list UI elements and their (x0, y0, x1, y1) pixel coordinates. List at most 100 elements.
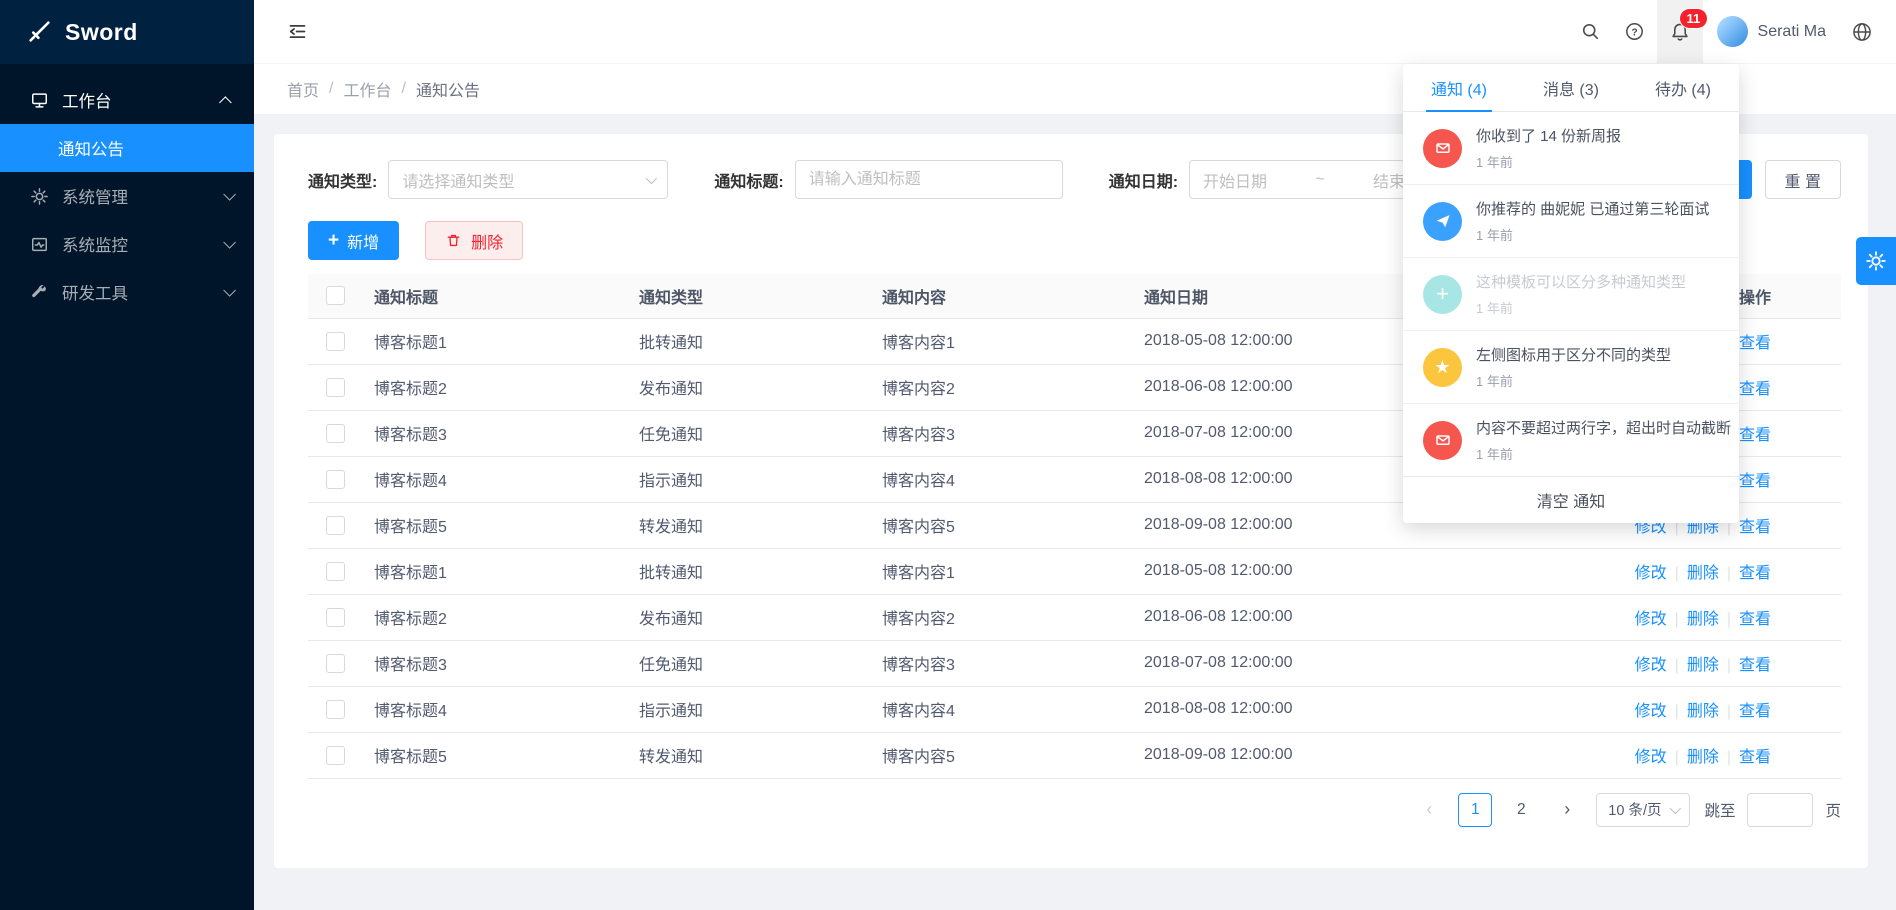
tab-notifications[interactable]: 通知 (4) (1403, 64, 1515, 111)
row-checkbox[interactable] (326, 378, 345, 397)
row-action-delete[interactable]: 删除 (1687, 657, 1719, 674)
action-divider: | (1675, 703, 1679, 720)
notification-item[interactable]: 内容不要超过两行字，超出时自动截断 1 年前 (1403, 404, 1739, 477)
chevron-down-icon (1670, 802, 1681, 813)
cell-content: 博客内容2 (872, 594, 1134, 640)
row-action-delete[interactable]: 删除 (1687, 565, 1719, 582)
notification-title: 左侧图标用于区分不同的类型 (1476, 344, 1671, 365)
cell-type: 任免通知 (629, 410, 872, 456)
star-icon: ★ (1423, 348, 1462, 387)
gear-icon (1865, 250, 1887, 272)
cell-title: 博客标题1 (364, 548, 629, 594)
notice-title-input[interactable] (796, 161, 1062, 198)
page-2-button[interactable]: 2 (1504, 793, 1538, 827)
globe-icon[interactable] (1840, 0, 1884, 63)
breadcrumb-home[interactable]: 首页 (287, 77, 319, 101)
row-checkbox[interactable] (326, 516, 345, 535)
breadcrumb-workbench[interactable]: 工作台 (343, 77, 391, 101)
row-action-edit[interactable]: 修改 (1635, 657, 1667, 674)
notification-title: 你收到了 14 份新周报 (1476, 125, 1621, 146)
chevron-down-icon (223, 236, 236, 249)
notification-item[interactable]: + 这种模板可以区分多种通知类型 1 年前 (1403, 258, 1739, 331)
page-1-button[interactable]: 1 (1458, 793, 1492, 827)
sword-logo-icon (26, 19, 52, 45)
row-action-view[interactable]: 查看 (1739, 657, 1771, 674)
notice-type-select[interactable]: 请选择通知类型 (388, 160, 668, 199)
row-checkbox[interactable] (326, 562, 345, 581)
row-checkbox[interactable] (326, 608, 345, 627)
select-all-checkbox[interactable] (326, 286, 345, 305)
search-icon[interactable] (1569, 0, 1613, 63)
notification-body: 内容不要超过两行字，超出时自动截断 1 年前 (1476, 417, 1725, 463)
row-action-view[interactable]: 查看 (1739, 427, 1771, 444)
clear-notifications-button[interactable]: 清空 通知 (1403, 477, 1739, 523)
plus-icon: + (328, 231, 339, 250)
row-checkbox[interactable] (326, 424, 345, 443)
sidebar-subitem-label: 通知公告 (58, 136, 124, 160)
row-action-view[interactable]: 查看 (1739, 749, 1771, 766)
sidebar-item-workbench[interactable]: 工作台 (0, 76, 254, 124)
row-checkbox[interactable] (326, 746, 345, 765)
trash-icon (445, 232, 462, 249)
row-action-view[interactable]: 查看 (1739, 473, 1771, 490)
sidebar-item-system[interactable]: 系统管理 (0, 172, 254, 220)
action-divider: | (1675, 657, 1679, 674)
row-action-edit[interactable]: 修改 (1635, 565, 1667, 582)
cell-content: 博客内容2 (872, 364, 1134, 410)
notification-item[interactable]: ★ 左侧图标用于区分不同的类型 1 年前 (1403, 331, 1739, 404)
send-icon (1423, 202, 1462, 241)
notification-tabs: 通知 (4) 消息 (3) 待办 (4) (1403, 64, 1739, 112)
sidebar-item-notice[interactable]: 通知公告 (0, 124, 254, 172)
notification-body: 你推荐的 曲妮妮 已通过第三轮面试 1 年前 (1476, 198, 1709, 244)
row-action-delete[interactable]: 删除 (1687, 703, 1719, 720)
cell-type: 发布通知 (629, 594, 872, 640)
page-size-select[interactable]: 10 条/页 (1596, 793, 1690, 827)
page-size-value: 10 条/页 (1608, 799, 1661, 820)
cell-type: 发布通知 (629, 364, 872, 410)
row-action-view[interactable]: 查看 (1739, 565, 1771, 582)
logo[interactable]: Sword (0, 0, 254, 64)
action-divider: | (1727, 749, 1731, 766)
question-circle-icon[interactable]: ? (1613, 0, 1657, 63)
row-action-view[interactable]: 查看 (1739, 519, 1771, 536)
theme-settings-button[interactable] (1856, 237, 1896, 285)
row-checkbox[interactable] (326, 700, 345, 719)
action-divider: | (1727, 611, 1731, 628)
delete-button[interactable]: 删除 (425, 221, 523, 260)
row-checkbox[interactable] (326, 332, 345, 351)
sidebar-item-devtools[interactable]: 研发工具 (0, 268, 254, 316)
jump-label: 跳至 (1704, 799, 1735, 821)
prev-page-button[interactable]: ‹ (1412, 793, 1446, 827)
row-action-edit[interactable]: 修改 (1635, 703, 1667, 720)
user-menu[interactable]: Serati Ma (1703, 16, 1840, 47)
plus-glyph: + (1436, 283, 1449, 305)
tab-todos[interactable]: 待办 (4) (1627, 64, 1739, 111)
row-action-view[interactable]: 查看 (1739, 381, 1771, 398)
notification-item[interactable]: 你收到了 14 份新周报 1 年前 (1403, 112, 1739, 185)
sidebar-item-monitor[interactable]: 系统监控 (0, 220, 254, 268)
notice-title-inputbox (795, 160, 1063, 199)
row-action-edit[interactable]: 修改 (1635, 749, 1667, 766)
chevron-down-icon (223, 284, 236, 297)
notification-item[interactable]: 你推荐的 曲妮妮 已通过第三轮面试 1 年前 (1403, 185, 1739, 258)
reset-button[interactable]: 重 置 (1765, 160, 1841, 199)
next-page-button[interactable]: › (1550, 793, 1584, 827)
tab-messages[interactable]: 消息 (3) (1515, 64, 1627, 111)
row-action-view[interactable]: 查看 (1739, 335, 1771, 352)
menu-fold-icon[interactable] (287, 21, 308, 42)
bell-icon[interactable]: 11 (1657, 0, 1703, 63)
cell-type: 转发通知 (629, 732, 872, 778)
row-checkbox[interactable] (326, 654, 345, 673)
row-checkbox[interactable] (326, 470, 345, 489)
cell-date: 2018-05-08 12:00:00 (1134, 548, 1534, 594)
row-action-edit[interactable]: 修改 (1635, 611, 1667, 628)
row-action-delete[interactable]: 删除 (1687, 611, 1719, 628)
row-action-view[interactable]: 查看 (1739, 703, 1771, 720)
row-action-view[interactable]: 查看 (1739, 611, 1771, 628)
row-action-delete[interactable]: 删除 (1687, 749, 1719, 766)
add-button[interactable]: + 新增 (308, 221, 399, 260)
notification-time: 1 年前 (1476, 152, 1621, 171)
notification-badge: 11 (1680, 9, 1708, 28)
jump-page-input[interactable] (1747, 793, 1813, 827)
filter-title-group: 通知标题: (714, 160, 1062, 199)
